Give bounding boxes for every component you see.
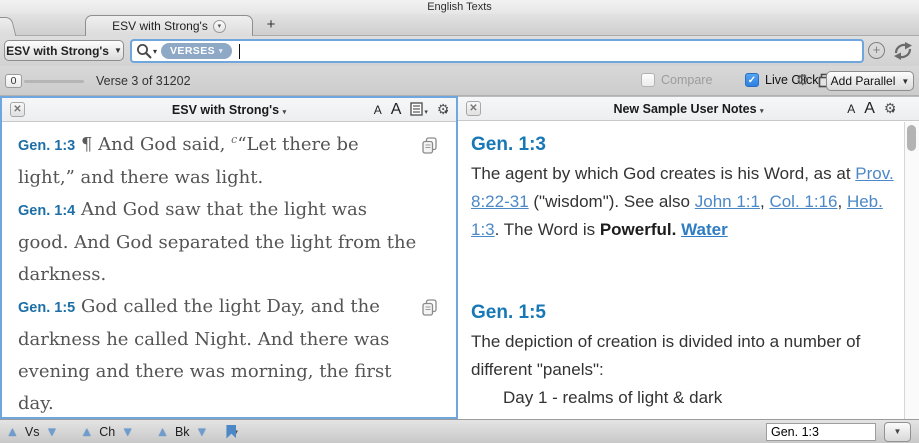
add-parallel-label: Add Parallel	[831, 74, 896, 88]
live-click-gear-icon[interactable]: ⚙	[796, 71, 809, 89]
bookmark-icon	[226, 425, 236, 439]
window-title: English Texts	[0, 0, 919, 14]
amplify-icon[interactable]	[891, 40, 915, 62]
new-tab-button[interactable]: +	[262, 16, 280, 34]
verse-ref[interactable]: Gen. 1:4	[18, 203, 75, 219]
note-link[interactable]: Water	[681, 220, 728, 239]
copy-verse-icon[interactable]	[422, 133, 438, 150]
vs-label: Vs	[25, 425, 40, 439]
compare-label: Compare	[661, 73, 712, 87]
search-input[interactable]: ▾ VERSES ▾	[130, 39, 864, 63]
chevron-down-icon: ▾	[760, 108, 764, 115]
chapter-down-button[interactable]: ▼	[121, 425, 134, 438]
note-bold-text: Powerful.	[600, 220, 677, 239]
chevron-down-icon: ▼	[901, 77, 909, 86]
add-parallel-button[interactable]: Add Parallel ▼	[826, 71, 914, 91]
chevron-down-icon: ▾	[283, 109, 287, 116]
note-heading[interactable]: Gen. 1:5	[471, 300, 894, 326]
book-up-button[interactable]: ▲	[156, 425, 169, 438]
increase-font-button[interactable]: A	[391, 101, 402, 119]
verses-token-label: VERSES	[170, 45, 215, 57]
bible-text-pane: ✕ ESV with Strong's ▾ A A ▾ ⚙▾ G	[0, 96, 458, 419]
user-note: Gen. 1:3 The agent by which God creates i…	[471, 132, 894, 244]
live-click-label: Live Click	[765, 73, 819, 87]
compare-checkbox-group[interactable]: Compare	[641, 73, 712, 87]
note-text: The depiction of creation is divided int…	[471, 332, 860, 379]
decrease-font-button[interactable]: A	[374, 103, 382, 117]
bookmark-menu[interactable]: ▾	[226, 425, 238, 439]
gear-icon[interactable]: ⚙▾	[437, 101, 448, 119]
verse-ref[interactable]: Gen. 1:3	[18, 138, 75, 154]
verse-row[interactable]: Gen. 1:5 God called the light Day, and t…	[18, 291, 430, 417]
copy-verse-icon[interactable]	[422, 295, 438, 312]
text-caret	[239, 44, 240, 59]
note-heading[interactable]: Gen. 1:3	[471, 132, 894, 158]
verse-row[interactable]: Gen. 1:4 And God saw that the light was …	[18, 194, 430, 291]
tab-bar: ESV with Strong's ▾ +	[0, 14, 919, 36]
chapter-up-button[interactable]: ▲	[80, 425, 93, 438]
close-icon[interactable]: ✕	[10, 102, 25, 117]
note-text: The agent by which God creates is his Wo…	[471, 164, 855, 183]
context-bar: 0 Verse 3 of 31202 Compare ✓ Live Click …	[0, 66, 919, 96]
verse-status-text: Verse 3 of 31202	[96, 74, 191, 88]
background-tab-corner	[0, 17, 16, 36]
user-note: Gen. 1:5 The depiction of creation is div…	[471, 300, 894, 419]
note-line: Day 1 - realms of light & dark	[471, 384, 894, 412]
history-slider-track[interactable]	[24, 80, 84, 83]
note-line: Day 4 - realms filled w/ heavenly lights…	[471, 412, 894, 419]
add-search-criteria-button[interactable]: +	[868, 42, 885, 59]
scrollbar-track[interactable]	[904, 122, 919, 419]
scrollbar-thumb[interactable]	[907, 125, 916, 151]
tab-label: ESV with Strong's	[112, 19, 208, 33]
pilcrow-mark: ¶	[81, 134, 98, 155]
verse-ref[interactable]: Gen. 1:5	[18, 300, 75, 316]
tab-menu-icon[interactable]: ▾	[213, 20, 226, 33]
content-area: ✕ ESV with Strong's ▾ A A ▾ ⚙▾ G	[0, 96, 919, 419]
reference-dropdown-button[interactable]: ▼	[884, 422, 911, 442]
verse-list: Gen. 1:3 ¶ And God said, c“Let there be …	[4, 123, 454, 417]
scripture-link[interactable]: John 1:1	[695, 192, 760, 211]
ch-label: Ch	[99, 425, 115, 439]
search-icon	[136, 43, 152, 59]
right-pane-header: ✕ New Sample User Notes ▾ A A ⚙▾	[458, 97, 919, 121]
increase-font-button[interactable]: A	[864, 100, 875, 118]
verse-text: God called the light Day, and the darkne…	[18, 296, 391, 414]
note-body: The agent by which God creates is his Wo…	[471, 160, 894, 244]
verse-text: And God said,	[98, 134, 231, 155]
display-settings-icon[interactable]: ▾	[410, 101, 428, 119]
text-module-dropdown[interactable]: ESV with Strong's ▼	[4, 40, 124, 61]
scripture-link[interactable]: Col. 1:16	[769, 192, 837, 211]
search-mode-menu[interactable]: ▾	[136, 43, 157, 59]
verse-row[interactable]: Gen. 1:3 ¶ And God said, c“Let there be …	[18, 129, 430, 194]
text-module-label: ESV with Strong's	[6, 44, 109, 58]
chevron-down-icon: ▾	[153, 47, 157, 56]
search-toolbar: ESV with Strong's ▼ ▾ VERSES ▾ +	[0, 36, 919, 66]
user-notes-pane: ✕ New Sample User Notes ▾ A A ⚙▾ Gen. 1:…	[458, 96, 919, 419]
note-body: The depiction of creation is divided int…	[471, 328, 894, 419]
gear-icon[interactable]: ⚙▾	[884, 100, 895, 118]
bottom-navigation-bar: ▲ Vs ▼ ▲ Ch ▼ ▲ Bk ▼ ▾ ▼	[0, 419, 919, 443]
verse-up-button[interactable]: ▲	[6, 425, 19, 438]
live-click-checkbox[interactable]: ✓	[745, 73, 759, 87]
bk-label: Bk	[175, 425, 190, 439]
note-text: . The Word is	[495, 220, 600, 239]
tab-esv-with-strongs[interactable]: ESV with Strong's ▾	[85, 15, 253, 36]
note-text: ("wisdom"). See also	[529, 192, 695, 211]
go-to-reference-input[interactable]	[766, 423, 876, 441]
verses-scope-token[interactable]: VERSES ▾	[161, 43, 232, 59]
compare-checkbox[interactable]	[641, 73, 655, 87]
close-icon[interactable]: ✕	[466, 101, 481, 116]
left-pane-header: ✕ ESV with Strong's ▾ A A ▾ ⚙▾	[2, 98, 456, 122]
history-slider-thumb[interactable]: 0	[5, 74, 22, 88]
chevron-down-icon: ▾	[219, 47, 223, 55]
book-down-button[interactable]: ▼	[196, 425, 209, 438]
verse-down-button[interactable]: ▼	[45, 425, 58, 438]
decrease-font-button[interactable]: A	[847, 102, 855, 116]
note-text: ,	[837, 192, 846, 211]
chevron-down-icon: ▼	[114, 46, 122, 55]
chevron-down-icon: ▾	[424, 109, 428, 116]
note-list: Gen. 1:3 The agent by which God creates i…	[458, 122, 904, 419]
verse-text: And God saw that the light was good. And…	[18, 199, 416, 285]
